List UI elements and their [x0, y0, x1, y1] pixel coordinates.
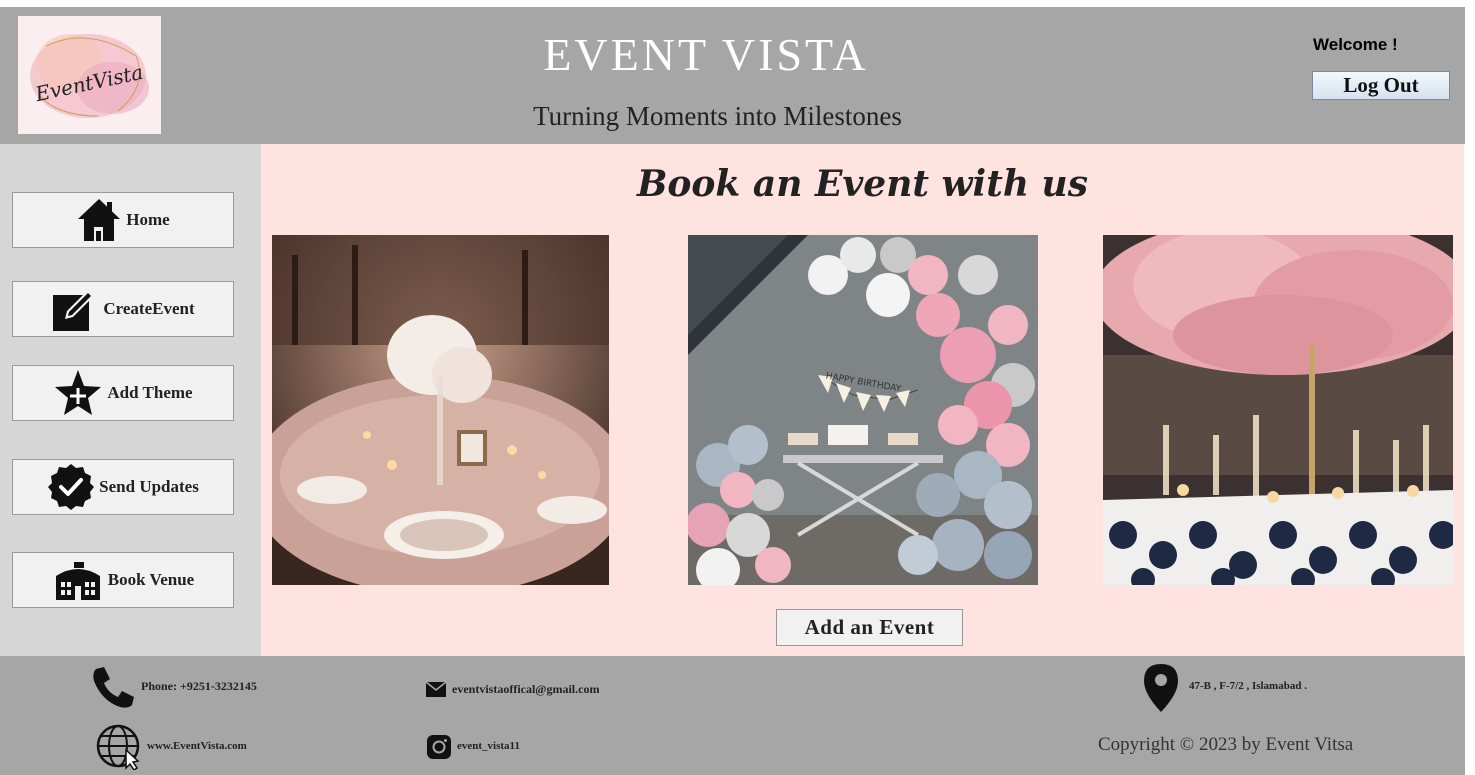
sidebar-item-home[interactable]: Home	[12, 192, 234, 248]
wedding-table-setting-photo	[272, 235, 609, 585]
footer-address: 47-B , F-7/2 , Islamabad .	[1189, 680, 1307, 692]
footer-instagram[interactable]: event_vista11	[457, 740, 520, 752]
sidebar-item-label: CreateEvent	[103, 299, 195, 318]
footer-website[interactable]: www.EventVista.com	[147, 740, 247, 752]
sidebar-item-label: Add Theme	[107, 383, 193, 402]
main-title: Book an Event with us	[636, 163, 1088, 205]
app-tagline: Turning Moments into Milestones	[533, 101, 902, 131]
check-badge-icon	[48, 464, 95, 510]
welcome-label: Welcome !	[1313, 35, 1398, 54]
star-plus-icon	[55, 370, 102, 415]
footer-email: eventvistaoffical@gmail.com	[452, 682, 600, 696]
sidebar-item-book-venue[interactable]: Book Venue	[12, 552, 234, 608]
sidebar-item-add-theme[interactable]: Add Theme	[12, 365, 234, 421]
email-icon	[426, 682, 446, 697]
home-icon	[78, 199, 121, 241]
footer-bar	[0, 656, 1465, 775]
location-pin-icon	[1144, 664, 1178, 712]
sidebar-item-label: Home	[126, 210, 170, 229]
sidebar: Home CreateEvent Add Theme Send Updates	[0, 144, 261, 656]
birthday-balloon-arch-photo: HAPPY BIRTHDAY	[688, 235, 1038, 585]
sidebar-item-label: Book Venue	[107, 570, 195, 589]
sidebar-item-label: Send Updates	[99, 477, 199, 496]
edit-icon	[53, 289, 96, 331]
add-event-button[interactable]: Add an Event	[776, 609, 963, 646]
sidebar-item-create-event[interactable]: CreateEvent	[12, 281, 234, 337]
logout-button[interactable]: Log Out	[1312, 71, 1450, 100]
feather-centerpiece-table-photo	[1103, 235, 1453, 585]
footer-copyright: Copyright © 2023 by Event Vitsa	[1098, 734, 1354, 755]
footer-phone: Phone: +9251-3232145	[141, 679, 257, 693]
globe-icon	[96, 724, 140, 770]
phone-icon	[93, 667, 134, 708]
instagram-icon	[427, 735, 451, 759]
sidebar-item-send-updates[interactable]: Send Updates	[12, 459, 234, 515]
app-title: EVENT VISTA	[543, 29, 869, 80]
building-icon	[55, 562, 100, 600]
